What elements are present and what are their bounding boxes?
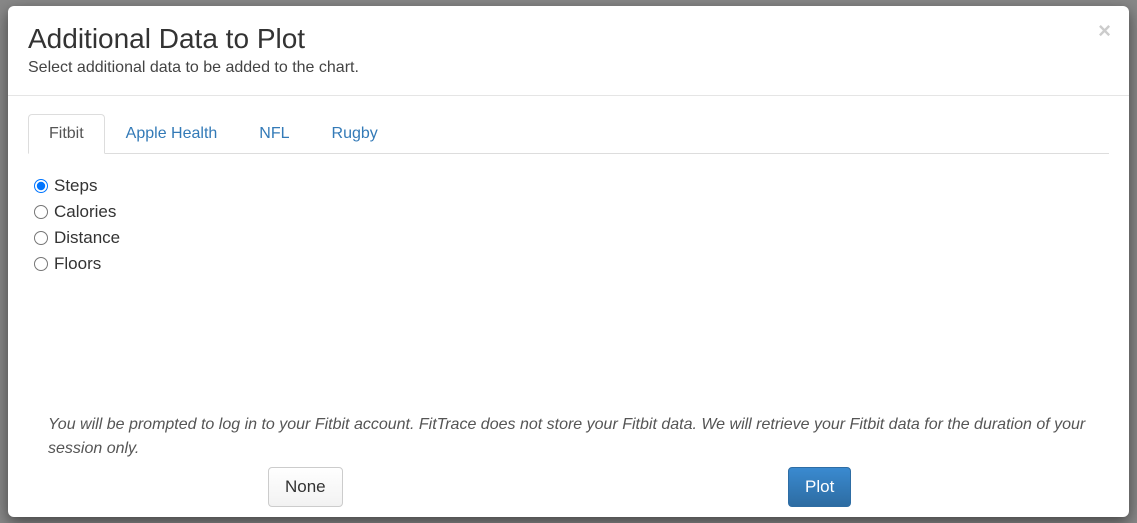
radio-input[interactable]	[34, 205, 48, 219]
tab-fitbit[interactable]: Fitbit	[28, 114, 105, 154]
tab-nfl[interactable]: NFL	[238, 114, 310, 154]
button-row: None Plot	[28, 467, 1109, 517]
radio-input[interactable]	[34, 231, 48, 245]
tab-rugby[interactable]: Rugby	[311, 114, 399, 154]
radio-label: Steps	[54, 176, 97, 196]
radio-label: Distance	[54, 228, 120, 248]
radio-input[interactable]	[34, 179, 48, 193]
radio-input[interactable]	[34, 257, 48, 271]
modal-dialog: × Additional Data to Plot Select additio…	[8, 6, 1129, 517]
login-notice: You will be prompted to log in to your F…	[28, 399, 1109, 467]
tab-label: NFL	[238, 114, 310, 154]
plot-button[interactable]: Plot	[788, 467, 851, 507]
modal-title: Additional Data to Plot	[28, 21, 1109, 57]
tab-label: Apple Health	[105, 114, 239, 154]
modal-header: × Additional Data to Plot Select additio…	[8, 6, 1129, 95]
tab-apple-health[interactable]: Apple Health	[105, 114, 239, 154]
radio-option-floors[interactable]: Floors	[34, 254, 1103, 274]
radio-option-calories[interactable]: Calories	[34, 202, 1103, 222]
options-panel: Steps Calories Distance Floors	[28, 154, 1109, 399]
radio-option-steps[interactable]: Steps	[34, 176, 1103, 196]
tab-label: Fitbit	[28, 114, 105, 154]
radio-label: Calories	[54, 202, 116, 222]
tab-list: Fitbit Apple Health NFL Rugby	[28, 114, 1109, 154]
none-button[interactable]: None	[268, 467, 343, 507]
close-icon[interactable]: ×	[1098, 20, 1111, 42]
radio-label: Floors	[54, 254, 101, 274]
tab-label: Rugby	[311, 114, 399, 154]
modal-body: Fitbit Apple Health NFL Rugby Steps Calo…	[8, 95, 1129, 517]
radio-option-distance[interactable]: Distance	[34, 228, 1103, 248]
modal-subtitle: Select additional data to be added to th…	[28, 59, 1109, 77]
